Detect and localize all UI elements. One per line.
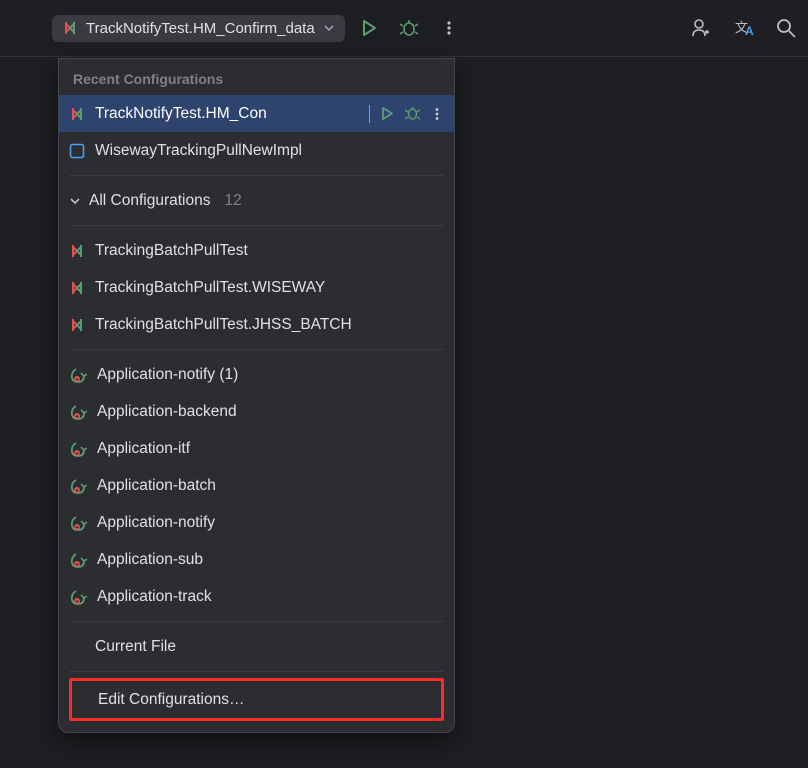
separator: [69, 225, 444, 226]
spring-boot-icon: [69, 367, 87, 383]
run-icon[interactable]: [380, 106, 395, 121]
more-icon[interactable]: [430, 107, 444, 121]
recent-config-item[interactable]: TrackNotifyTest.HM_Con: [59, 95, 454, 132]
test-icon: [69, 317, 85, 333]
all-configs-label: All Configurations: [89, 192, 210, 210]
run-config-selector[interactable]: TrackNotifyTest.HM_Confirm_data: [52, 15, 345, 42]
top-toolbar: TrackNotifyTest.HM_Confirm_data 文A: [0, 0, 808, 56]
chevron-down-icon: [69, 195, 81, 207]
debug-icon[interactable]: [405, 106, 420, 121]
spring-boot-icon: [69, 404, 87, 420]
search-button[interactable]: [776, 12, 796, 44]
spring-boot-icon: [69, 552, 87, 568]
app-config-item[interactable]: Application-notify (1): [59, 356, 454, 393]
app-config-item[interactable]: Application-batch: [59, 467, 454, 504]
test-icon: [69, 280, 85, 296]
run-config-dropdown: Recent Configurations TrackNotifyTest.HM…: [58, 58, 455, 733]
all-configurations-header[interactable]: All Configurations 12: [59, 182, 454, 219]
edit-configurations-item[interactable]: Edit Configurations…: [72, 681, 441, 718]
recent-config-item[interactable]: WisewayTrackingPullNewImpl: [59, 132, 454, 169]
code-with-me-button[interactable]: [684, 12, 716, 44]
spring-boot-icon: [69, 441, 87, 457]
chevron-down-icon: [323, 22, 335, 34]
debug-button[interactable]: [393, 12, 425, 44]
app-config-item[interactable]: Application-sub: [59, 541, 454, 578]
spring-boot-icon: [69, 589, 87, 605]
edit-configurations-highlight: Edit Configurations…: [69, 678, 444, 721]
run-button[interactable]: [353, 12, 385, 44]
app-config-item[interactable]: Application-backend: [59, 393, 454, 430]
test-config-item[interactable]: TrackingBatchPullTest: [59, 232, 454, 269]
current-file-item[interactable]: Current File: [59, 628, 454, 665]
separator: [69, 349, 444, 350]
app-config-item[interactable]: Application-track: [59, 578, 454, 615]
test-config-item[interactable]: TrackingBatchPullTest.WISEWAY: [59, 269, 454, 306]
all-configs-count: 12: [224, 192, 241, 210]
app-config-item[interactable]: Application-itf: [59, 430, 454, 467]
test-icon: [69, 106, 85, 122]
recent-section-title: Recent Configurations: [59, 59, 454, 95]
class-icon: [69, 143, 85, 159]
spring-boot-icon: [69, 478, 87, 494]
selected-config-name: TrackNotifyTest.HM_Confirm_data: [86, 20, 315, 37]
separator: [69, 621, 444, 622]
more-actions-button[interactable]: [433, 12, 465, 44]
app-config-item[interactable]: Application-notify: [59, 504, 454, 541]
separator: [69, 671, 444, 672]
test-icon: [69, 243, 85, 259]
spring-boot-icon: [69, 515, 87, 531]
translate-button[interactable]: 文A: [730, 12, 762, 44]
test-icon: [62, 20, 78, 36]
separator: [69, 175, 444, 176]
svg-text:A: A: [745, 24, 754, 38]
test-config-item[interactable]: TrackingBatchPullTest.JHSS_BATCH: [59, 306, 454, 343]
